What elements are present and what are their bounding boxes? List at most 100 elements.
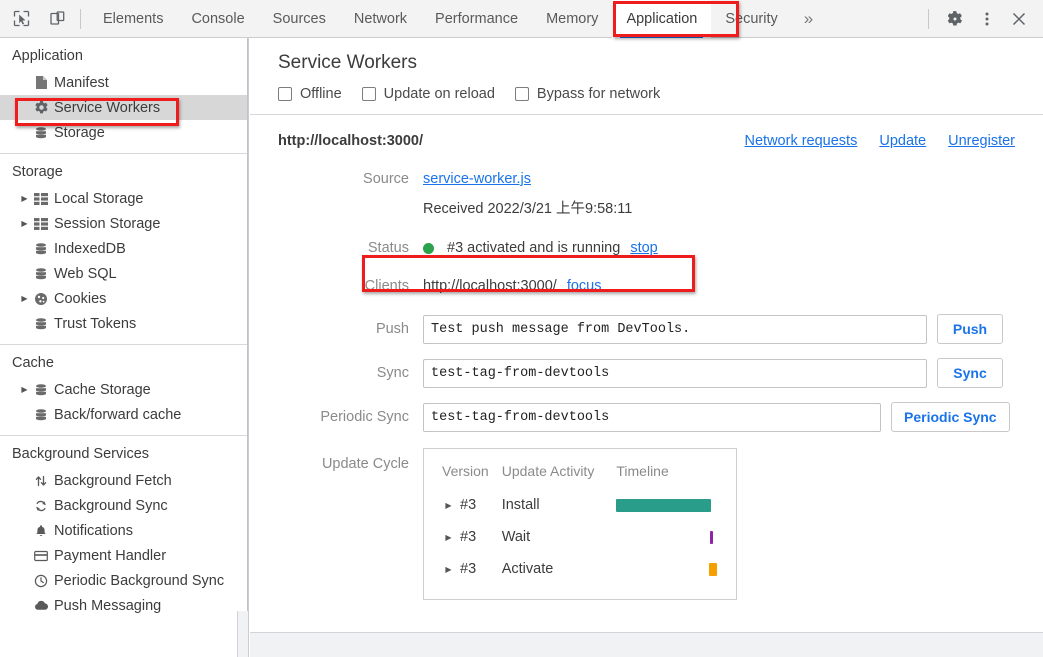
expand-arrow-icon[interactable]: ▶ (442, 565, 455, 574)
row-activity: Wait (502, 521, 617, 553)
table-row[interactable]: ▶ #3 Activate (424, 553, 736, 585)
sidebar-item-background-sync[interactable]: ▶ Background Sync (0, 493, 248, 518)
tab-network[interactable]: Network (340, 0, 421, 38)
row-version: #3 (460, 497, 476, 513)
sidebar-item-web-sql[interactable]: ▶ Web SQL (0, 261, 248, 286)
tab-console[interactable]: Console (177, 0, 258, 38)
devtools-toolbar: Elements Console Sources Network Perform… (0, 0, 1043, 38)
tab-memory[interactable]: Memory (532, 0, 612, 38)
push-input[interactable] (423, 315, 927, 344)
tab-elements[interactable]: Elements (89, 0, 177, 38)
update-on-reload-checkbox[interactable]: Update on reload (362, 86, 495, 102)
sidebar-item-cache-storage[interactable]: ▶ Cache Storage (0, 377, 248, 402)
device-toolbar-icon[interactable] (42, 4, 72, 34)
tab-sources[interactable]: Sources (259, 0, 340, 38)
periodic-sync-button[interactable]: Periodic Sync (891, 402, 1010, 432)
push-row: Push Push (250, 314, 1043, 344)
expand-arrow-icon[interactable]: ▶ (18, 219, 31, 228)
database-icon (31, 267, 51, 281)
checkbox-label: Update on reload (384, 86, 495, 102)
sidebar-item-label: Service Workers (54, 100, 160, 116)
sidebar-item-label: Manifest (54, 75, 109, 91)
sidebar-item-label: Periodic Background Sync (54, 573, 224, 589)
sidebar-item-label: Storage (54, 125, 105, 141)
arrows-up-down-icon (31, 474, 51, 488)
inspect-element-icon[interactable] (6, 4, 36, 34)
tab-application[interactable]: Application (612, 0, 711, 38)
timeline-bar-activate (709, 563, 717, 576)
update-cycle-label: Update Cycle (278, 448, 423, 472)
sidebar-scrollbar-thumb[interactable] (237, 611, 248, 657)
sync-button[interactable]: Sync (937, 358, 1003, 388)
bypass-for-network-checkbox[interactable]: Bypass for network (515, 86, 660, 102)
source-file-link[interactable]: service-worker.js (423, 171, 531, 187)
service-worker-registration: http://localhost:3000/ Network requests … (250, 115, 1043, 600)
periodic-sync-input[interactable] (423, 403, 881, 432)
status-running-indicator-icon (423, 243, 434, 254)
sidebar-item-periodic-background-sync[interactable]: ▶ Periodic Background Sync (0, 568, 248, 593)
sidebar-item-label: Push Messaging (54, 598, 161, 614)
expand-arrow-icon[interactable]: ▶ (442, 501, 455, 510)
sidebar-item-label: IndexedDB (54, 241, 126, 257)
close-devtools-icon[interactable] (1003, 3, 1035, 35)
table-row[interactable]: ▶ #3 Wait (424, 521, 736, 553)
devtools-window: Elements Console Sources Network Perform… (0, 0, 1043, 657)
tab-label: Elements (103, 11, 163, 27)
service-workers-panel: Service Workers Offline Update on reload… (250, 38, 1043, 657)
sync-input[interactable] (423, 359, 927, 388)
checkbox-label: Offline (300, 86, 342, 102)
sidebar-item-manifest[interactable]: ▶ Manifest (0, 70, 248, 95)
focus-link[interactable]: focus (567, 278, 602, 294)
clients-label: Clients (278, 278, 423, 294)
sidebar-item-cookies[interactable]: ▶ Cookies (0, 286, 248, 311)
sidebar-item-background-fetch[interactable]: ▶ Background Fetch (0, 468, 248, 493)
sidebar-item-back-forward-cache[interactable]: ▶ Back/forward cache (0, 402, 248, 427)
offline-checkbox[interactable]: Offline (278, 86, 342, 102)
sidebar-item-push-messaging[interactable]: ▶ Push Messaging (0, 593, 248, 618)
sidebar-item-label: Session Storage (54, 216, 160, 232)
registration-header: http://localhost:3000/ Network requests … (250, 133, 1043, 149)
toolbar-divider-right (928, 9, 929, 29)
sidebar-item-label: Notifications (54, 523, 133, 539)
expand-arrow-icon[interactable]: ▶ (442, 533, 455, 542)
update-link[interactable]: Update (879, 133, 926, 149)
source-label: Source (278, 171, 423, 187)
status-row: Status #3 activated and is running stop (250, 240, 1043, 256)
sidebar-item-indexeddb[interactable]: ▶ IndexedDB (0, 236, 248, 261)
expand-arrow-icon[interactable]: ▶ (18, 385, 31, 394)
more-options-icon[interactable] (971, 3, 1003, 35)
unregister-link[interactable]: Unregister (948, 133, 1015, 149)
sidebar-scrollbar-track[interactable] (247, 38, 248, 613)
registration-origin: http://localhost:3000/ (278, 133, 423, 149)
checkbox-box (362, 87, 376, 101)
push-button[interactable]: Push (937, 314, 1003, 344)
tab-security[interactable]: Security (711, 0, 791, 38)
sidebar-item-notifications[interactable]: ▶ Notifications (0, 518, 248, 543)
table-row[interactable]: ▶ #3 Install (424, 489, 736, 521)
sidebar-item-storage[interactable]: ▶ Storage (0, 120, 248, 145)
sidebar-item-payment-handler[interactable]: ▶ Payment Handler (0, 543, 248, 568)
sidebar-item-label: Web SQL (54, 266, 117, 282)
stop-link[interactable]: stop (630, 240, 657, 256)
checkbox-box (515, 87, 529, 101)
settings-gear-icon[interactable] (939, 3, 971, 35)
column-header-activity: Update Activity (502, 459, 617, 489)
update-cycle-header-row: Version Update Activity Timeline (424, 459, 736, 489)
row-version: #3 (460, 529, 476, 545)
expand-arrow-icon[interactable]: ▶ (18, 194, 31, 203)
more-tabs-icon[interactable]: » (792, 0, 825, 38)
source-row: Source service-worker.js (250, 171, 1043, 187)
sidebar-item-session-storage[interactable]: ▶ Session Storage (0, 211, 248, 236)
sidebar-item-local-storage[interactable]: ▶ Local Storage (0, 186, 248, 211)
application-sidebar[interactable]: Application ▶ Manifest ▶ Service Workers (0, 38, 249, 657)
database-icon (31, 408, 51, 422)
tab-performance[interactable]: Performance (421, 0, 532, 38)
service-worker-options: Offline Update on reload Bypass for netw… (250, 74, 1043, 114)
sidebar-item-trust-tokens[interactable]: ▶ Trust Tokens (0, 311, 248, 336)
sidebar-item-service-workers[interactable]: ▶ Service Workers (0, 95, 248, 120)
column-header-version: Version (424, 459, 502, 489)
expand-arrow-icon[interactable]: ▶ (18, 294, 31, 303)
sidebar-item-label: Background Fetch (54, 473, 172, 489)
clients-url: http://localhost:3000/ (423, 278, 557, 294)
network-requests-link[interactable]: Network requests (745, 133, 858, 149)
